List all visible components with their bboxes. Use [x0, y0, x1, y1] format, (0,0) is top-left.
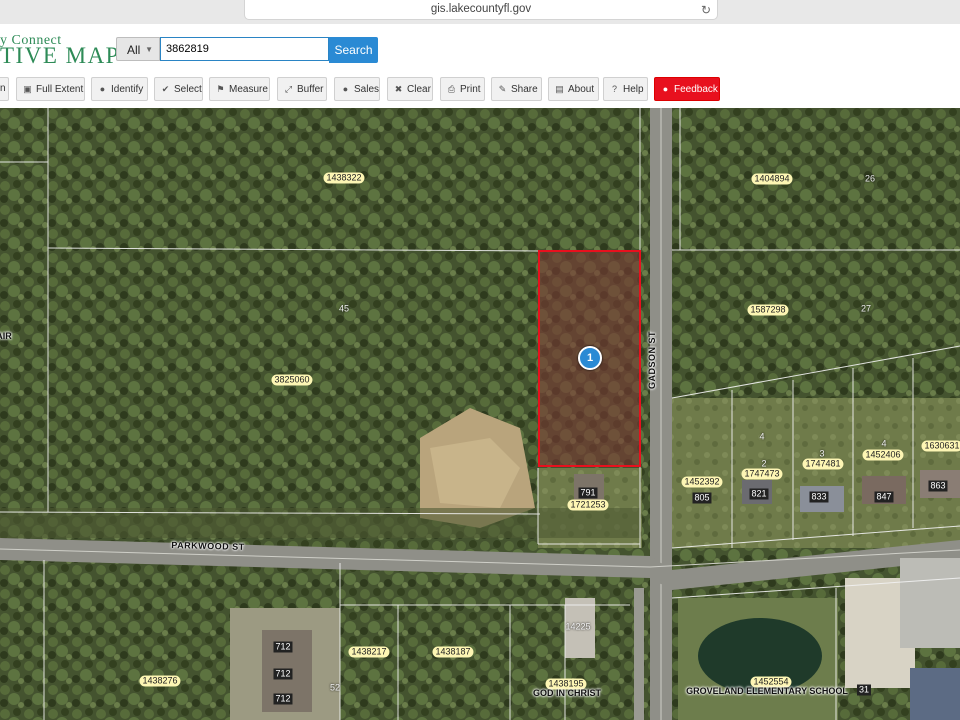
- address-label: 712: [273, 668, 293, 680]
- parcel-label[interactable]: 3825060: [271, 374, 313, 386]
- address-label: 26: [864, 173, 876, 184]
- address-label: 27: [860, 303, 872, 314]
- parcel-label[interactable]: 1452406: [862, 449, 904, 461]
- parcel-label[interactable]: 1587298: [747, 304, 789, 316]
- sales-button[interactable]: ● Sales: [334, 77, 380, 101]
- search-button[interactable]: Search: [329, 37, 378, 63]
- share-icon: ✎: [498, 84, 507, 94]
- toolbar-label: Feedback: [674, 84, 718, 95]
- toolbar-label: Help: [623, 84, 644, 95]
- address-label: 52: [329, 682, 341, 693]
- search-input[interactable]: [160, 37, 329, 61]
- info-icon: ●: [662, 84, 669, 94]
- toolbar-label: Sales: [354, 84, 380, 95]
- address-label: 847: [874, 491, 894, 503]
- question-icon: ?: [611, 84, 617, 94]
- map-view[interactable]: 1438322 1404894 3825060 1587298 1721253 …: [0, 108, 960, 720]
- search-category-select[interactable]: All ▼: [116, 37, 160, 61]
- parcel-label[interactable]: 1747481: [802, 458, 844, 470]
- toolbar-label: Select: [174, 84, 202, 95]
- chevron-down-icon: ▼: [145, 45, 153, 54]
- toolbar-label: n: [0, 83, 6, 94]
- comment-icon: ▤: [555, 84, 564, 94]
- measure-button[interactable]: ⚑ Measure: [209, 77, 270, 101]
- parcel-label[interactable]: 1438322: [323, 172, 365, 184]
- selected-parcel-marker[interactable]: 1: [578, 346, 602, 370]
- parcel-label[interactable]: 1438217: [348, 646, 390, 658]
- address-label: 833: [809, 491, 829, 503]
- edge-label-fragment: AIR: [0, 331, 12, 341]
- url-text: gis.lakecountyfl.gov: [430, 3, 532, 15]
- landmark-label-school: GROVELAND ELEMENTARY SCHOOL: [686, 686, 848, 696]
- toolbar-label: Buffer: [297, 84, 324, 95]
- parcel-label[interactable]: 1404894: [751, 173, 793, 185]
- info-icon: ●: [99, 84, 106, 94]
- flag-icon: ⚑: [216, 84, 225, 94]
- buffer-button[interactable]: ⤢ Buffer: [277, 77, 327, 101]
- full-extent-button[interactable]: ▣ Full Extent: [16, 77, 85, 101]
- address-label: 4: [759, 431, 765, 442]
- feedback-button[interactable]: ● Feedback: [654, 77, 720, 101]
- address-label: 3: [819, 448, 825, 459]
- toolbar-label: About: [568, 84, 595, 95]
- address-label: 4: [881, 438, 887, 449]
- parcel-label[interactable]: 14225: [565, 622, 590, 633]
- parcel-label[interactable]: 1747473: [741, 468, 783, 480]
- landmark-label-church: GOD IN CHRIST: [532, 688, 602, 698]
- clear-button[interactable]: ✖ Clear: [387, 77, 433, 101]
- image-icon: ▣: [23, 84, 32, 94]
- select-button[interactable]: ✔ Select: [154, 77, 203, 101]
- street-label-gadson: GADSON ST: [647, 330, 657, 390]
- street-label-parkwood: PARKWOOD ST: [171, 540, 245, 552]
- search-category-value: All: [127, 43, 141, 57]
- aerial-imagery: [0, 108, 960, 720]
- about-button[interactable]: ▤ About: [548, 77, 599, 101]
- toolbar-button-partial[interactable]: n: [0, 77, 9, 101]
- share-button[interactable]: ✎ Share: [491, 77, 542, 101]
- close-icon: ✖: [394, 84, 403, 94]
- address-label: 712: [273, 693, 293, 705]
- reload-icon[interactable]: ↻: [701, 1, 711, 19]
- parcel-label[interactable]: 1452392: [681, 476, 723, 488]
- toolbar-label: Share: [511, 84, 538, 95]
- browser-address-bar: gis.lakecountyfl.gov ↻: [0, 0, 960, 24]
- address-label: 2: [761, 458, 767, 469]
- info-icon: ●: [342, 84, 349, 94]
- help-button[interactable]: ? Help: [603, 77, 648, 101]
- toolbar-label: Clear: [407, 84, 431, 95]
- address-label: 863: [928, 480, 948, 492]
- logo-line-2: TIVE MAP: [0, 43, 120, 68]
- address-label: 791: [578, 487, 598, 499]
- check-icon: ✔: [161, 84, 170, 94]
- address-label: 712: [273, 641, 293, 653]
- arrows-icon: ⤢: [284, 84, 293, 94]
- address-label: 821: [749, 488, 769, 500]
- url-field[interactable]: gis.lakecountyfl.gov ↻: [244, 0, 718, 20]
- parcel-label[interactable]: 1721253: [567, 499, 609, 511]
- parcel-label[interactable]: 1438276: [139, 675, 181, 687]
- toolbar-label: Full Extent: [36, 84, 84, 95]
- address-label: 45: [338, 303, 350, 314]
- print-icon: ⎙: [447, 84, 456, 94]
- parcel-label[interactable]: 1630631: [921, 440, 960, 452]
- identify-button[interactable]: ● Identify: [91, 77, 148, 101]
- print-button[interactable]: ⎙ Print: [440, 77, 485, 101]
- address-label: 31: [856, 684, 872, 696]
- parcel-label[interactable]: 1438187: [432, 646, 474, 658]
- address-label: 805: [692, 492, 712, 504]
- toolbar-label: Measure: [229, 84, 268, 95]
- app-header: y Connect TIVE MAP All ▼ Search n ▣Full …: [0, 24, 960, 108]
- toolbar-label: Identify: [111, 84, 144, 95]
- toolbar-label: Print: [460, 84, 481, 95]
